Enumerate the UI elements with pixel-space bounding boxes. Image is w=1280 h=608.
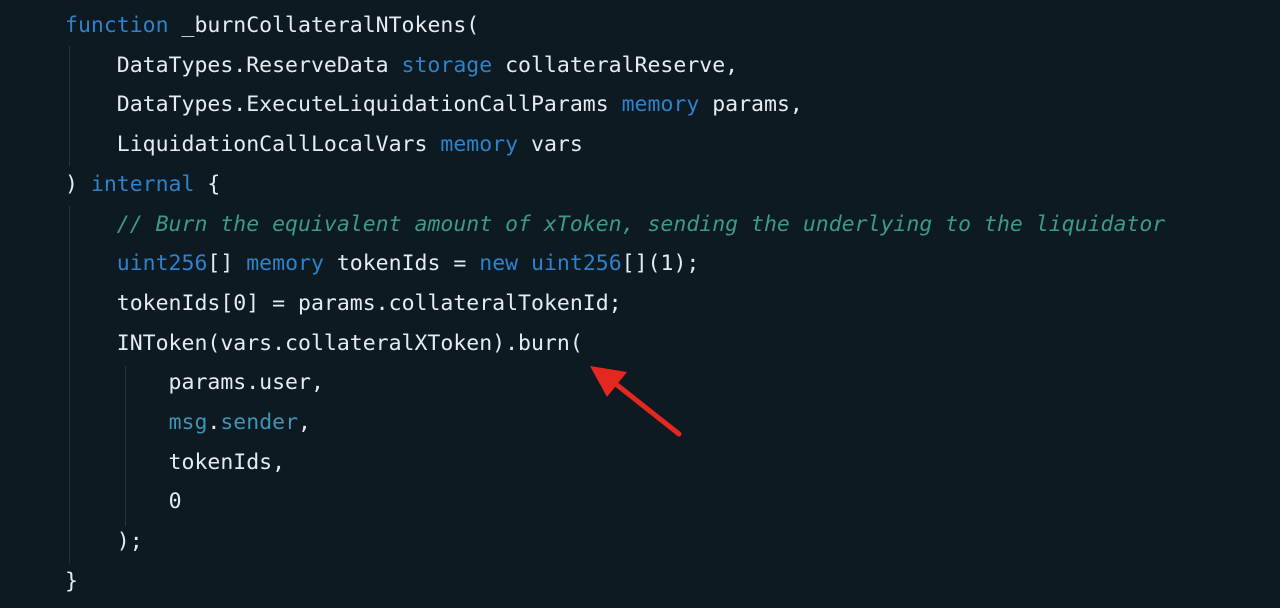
code-viewer: function _burnCollateralNTokens( DataTyp… (0, 0, 1280, 608)
red-arrow-annotation (590, 366, 682, 437)
